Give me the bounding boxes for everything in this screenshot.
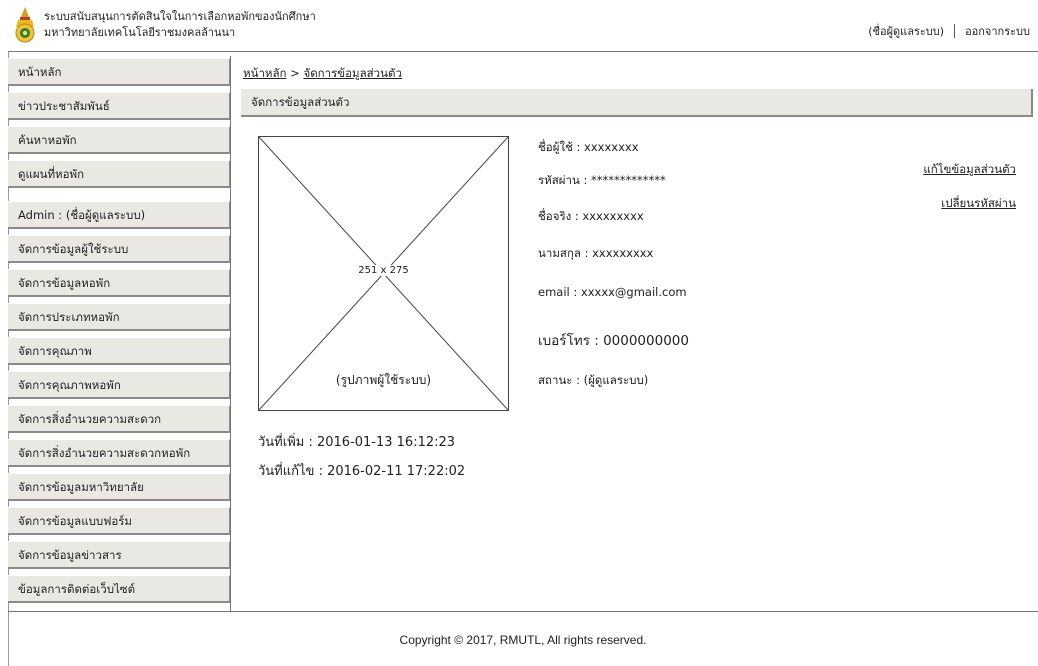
header: ระบบสนับสนุนการตัดสินใจในการเลือกหอพักขอ… <box>8 0 1038 52</box>
phone-field: เบอร์โทร : 0000000000 <box>538 333 689 349</box>
breadcrumb-home-link[interactable]: หน้าหลัก <box>243 66 287 80</box>
record-dates: วันที่เพิ่ม : 2016-01-13 16:12:23 วันที่… <box>258 428 465 486</box>
photo-size-label: 251 x 275 <box>356 265 411 276</box>
sidebar-item-manage-forms[interactable]: จัดการข้อมูลแบบฟอร์ม <box>8 507 231 535</box>
user-photo-placeholder: 251 x 275 (รูปภาพผู้ใช้ระบบ) <box>258 136 509 411</box>
sidebar-item-manage-university[interactable]: จัดการข้อมูลมหาวิทยาลัย <box>8 473 231 501</box>
firstname-field: ชื่อจริง : xxxxxxxxx <box>538 209 644 223</box>
modified-date: วันที่แก้ไข : 2016-02-11 17:22:02 <box>258 464 466 479</box>
university-emblem-icon <box>12 7 38 43</box>
username-field: ชื่อผู้ใช้ : xxxxxxxx <box>538 140 639 154</box>
sidebar-item-home[interactable]: หน้าหลัก <box>8 58 231 86</box>
sidebar-item-manage-quality[interactable]: จัดการคุณภาพ <box>8 337 231 365</box>
sidebar-item-news[interactable]: ข่าวประชาสัมพันธ์ <box>8 92 231 120</box>
photo-caption: (รูปภาพผู้ใช้ระบบ) <box>259 371 508 390</box>
breadcrumb-current-link[interactable]: จัดการข้อมูลส่วนตัว <box>303 66 401 80</box>
sidebar-item-manage-users[interactable]: จัดการข้อมูลผู้ใช้ระบบ <box>8 235 231 263</box>
sidebar-divider <box>230 56 231 612</box>
system-title: ระบบสนับสนุนการตัดสินใจในการเลือกหอพักขอ… <box>44 9 316 41</box>
sidebar-item-manage-dorms[interactable]: จัดการข้อมูลหอพัก <box>8 269 231 297</box>
sidebar-item-dorm-map[interactable]: ดูแผนที่หอพัก <box>8 160 231 188</box>
profile-actions: แก้ไขข้อมูลส่วนตัว เปลี่ยนรหัสผ่าน <box>923 152 1016 220</box>
edit-profile-link[interactable]: แก้ไขข้อมูลส่วนตัว <box>923 152 1016 186</box>
user-area: (ชื่อผู้ดูแลระบบ) ออกจากระบบ <box>868 22 1030 40</box>
current-user-label: (ชื่อผู้ดูแลระบบ) <box>868 25 945 38</box>
sidebar-item-manage-facilities[interactable]: จัดการสิ่งอำนวยความสะดวก <box>8 405 231 433</box>
lastname-field: นามสกุล : xxxxxxxxx <box>538 246 654 260</box>
email-field: email : xxxxx@gmail.com <box>538 285 687 299</box>
footer-copyright: Copyright © 2017, RMUTL, All rights rese… <box>399 633 647 647</box>
sidebar-item-manage-announcements[interactable]: จัดการข้อมูลข่าวสาร <box>8 541 231 569</box>
status-field: สถานะ : (ผู้ดูแลระบบ) <box>538 373 649 387</box>
system-title-line2: มหาวิทยาลัยเทคโนโลยีราชมงคลล้านนา <box>44 26 236 39</box>
password-field: รหัสผ่าน : ************* <box>538 173 666 187</box>
section-header: จัดการข้อมูลส่วนตัว <box>241 89 1033 117</box>
sidebar-item-manage-dorm-facilities[interactable]: จัดการสิ่งอำนวยความสะดวกหอพัก <box>8 439 231 467</box>
breadcrumb: หน้าหลัก > จัดการข้อมูลส่วนตัว <box>243 65 402 83</box>
change-password-link[interactable]: เปลี่ยนรหัสผ่าน <box>923 186 1016 220</box>
sidebar-item-admin[interactable]: Admin : (ชื่อผู้ดูแลระบบ) <box>8 201 231 229</box>
sidebar-item-manage-dorm-types[interactable]: จัดการประเภทหอพัก <box>8 303 231 331</box>
logout-link[interactable]: ออกจากระบบ <box>965 22 1030 40</box>
created-date: วันที่เพิ่ม : 2016-01-13 16:12:23 <box>258 435 456 450</box>
header-divider <box>954 24 956 38</box>
footer-divider <box>8 611 1038 612</box>
sidebar-item-manage-dorm-quality[interactable]: จัดการคุณภาพหอพัก <box>8 371 231 399</box>
system-title-line1: ระบบสนับสนุนการตัดสินใจในการเลือกหอพักขอ… <box>44 10 316 23</box>
sidebar-item-search-dorm[interactable]: ค้นหาหอพัก <box>8 126 231 154</box>
breadcrumb-separator: > <box>290 66 300 80</box>
sidebar-item-contact-info[interactable]: ข้อมูลการติดต่อเว็บไซต์ <box>8 575 231 603</box>
